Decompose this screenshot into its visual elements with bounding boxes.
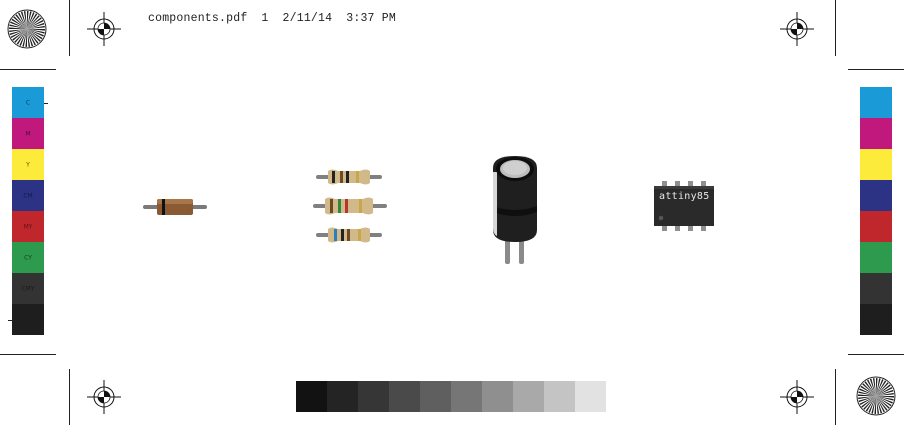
color-swatch: M xyxy=(12,118,44,149)
color-swatch xyxy=(860,87,892,118)
gray-swatch xyxy=(544,381,575,412)
print-date: 2/11/14 xyxy=(282,12,333,25)
gray-swatch xyxy=(327,381,358,412)
color-swatch: K xyxy=(12,304,44,335)
file-name: components.pdf xyxy=(148,12,248,25)
slug-line: components.pdf 1 2/11/14 3:37 PM xyxy=(148,12,410,25)
color-swatch xyxy=(860,304,892,335)
resistor-middle xyxy=(313,197,387,215)
color-swatch: MY xyxy=(12,211,44,242)
color-swatch xyxy=(860,273,892,304)
gray-swatch xyxy=(575,381,606,412)
color-swatch xyxy=(860,118,892,149)
crosshair-target-icon xyxy=(87,12,121,46)
crosshair-target-icon xyxy=(87,380,121,414)
color-bar-tick xyxy=(44,103,48,104)
color-swatch xyxy=(860,211,892,242)
color-swatch-label: K xyxy=(26,316,30,323)
color-bar-left: C M Y CM MY CY CMY K xyxy=(12,87,44,335)
color-swatch-label: Y xyxy=(26,161,30,168)
print-time: 3:37 PM xyxy=(346,12,396,25)
color-swatch: CY xyxy=(12,242,44,273)
gray-swatch xyxy=(358,381,389,412)
gray-swatch xyxy=(513,381,544,412)
crop-line-top-right-vertical xyxy=(835,0,836,56)
attiny85-chip: attiny85 xyxy=(654,181,714,231)
color-swatch xyxy=(860,149,892,180)
color-swatch: Y xyxy=(12,149,44,180)
crop-line-top-left-vertical xyxy=(69,0,70,56)
chip-package xyxy=(654,181,714,231)
gray-swatch xyxy=(482,381,513,412)
color-swatch: CM xyxy=(12,180,44,211)
resistor-bottom xyxy=(316,227,382,243)
electrolytic-capacitor xyxy=(493,156,537,264)
color-swatch-label: CM xyxy=(23,192,33,199)
crosshair-target-icon xyxy=(780,12,814,46)
gray-swatch xyxy=(451,381,482,412)
page-number: 1 xyxy=(261,12,269,25)
star-target-icon xyxy=(7,9,47,49)
color-swatch-label: CY xyxy=(24,254,32,261)
color-swatch-label: C xyxy=(25,99,31,106)
resistor-top xyxy=(316,169,382,185)
crop-line-bottom-left-vertical xyxy=(69,369,70,425)
crop-line-bottom-right-horizontal xyxy=(848,354,904,355)
color-swatch: C xyxy=(12,87,44,118)
color-swatch: CMY xyxy=(12,273,44,304)
gray-swatch xyxy=(296,381,327,412)
crop-line-bottom-left-horizontal xyxy=(0,354,56,355)
color-swatch-label: MY xyxy=(23,223,33,230)
gray-swatch xyxy=(389,381,420,412)
color-swatch-label: CMY xyxy=(21,285,35,292)
resistor-single xyxy=(143,199,207,215)
color-bar-tick xyxy=(8,320,12,321)
crop-line-top-left-horizontal xyxy=(0,69,56,70)
grayscale-strip xyxy=(296,381,606,412)
color-swatch xyxy=(860,242,892,273)
crop-line-top-right-horizontal xyxy=(848,69,904,70)
color-swatch xyxy=(860,180,892,211)
gray-swatch xyxy=(420,381,451,412)
crop-line-bottom-right-vertical xyxy=(835,369,836,425)
chip-label: attiny85 xyxy=(659,191,710,202)
color-bar-right xyxy=(860,87,892,335)
crosshair-target-icon xyxy=(780,380,814,414)
color-swatch-label: M xyxy=(25,130,31,137)
star-target-icon xyxy=(856,376,896,416)
